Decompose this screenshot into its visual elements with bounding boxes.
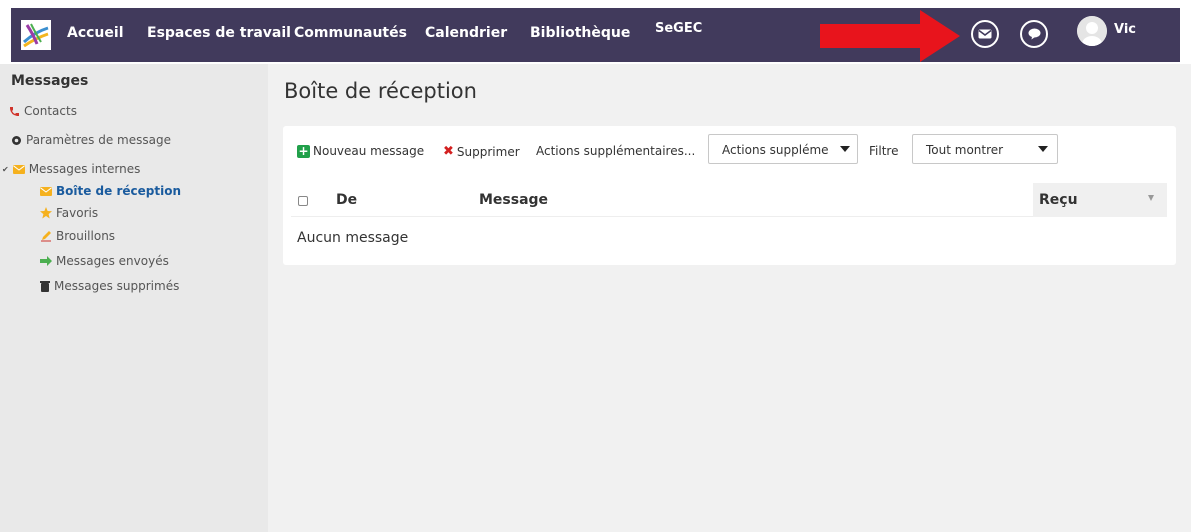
sort-desc-icon[interactable] bbox=[1148, 195, 1154, 201]
chat-button[interactable] bbox=[1020, 20, 1048, 48]
table-header: De Message Reçu bbox=[291, 183, 1167, 217]
sidebar: Messages Contacts Paramètres de message … bbox=[0, 64, 268, 532]
sidebar-item-label: Contacts bbox=[24, 104, 77, 118]
sidebar-item-parametres[interactable]: Paramètres de message bbox=[11, 133, 171, 147]
trash-icon bbox=[40, 281, 50, 292]
sidebar-item-brouillons[interactable]: Brouillons bbox=[40, 229, 115, 243]
new-message-button[interactable]: + Nouveau message bbox=[297, 144, 424, 158]
empty-state-text: Aucun message bbox=[297, 230, 409, 246]
red-arrow-annotation bbox=[820, 10, 960, 62]
caret-down-icon bbox=[840, 146, 850, 152]
sidebar-item-label: Favoris bbox=[56, 206, 99, 220]
column-header-recu-label: Reçu bbox=[1039, 192, 1078, 208]
top-bar: Accueil Espaces de travail Communautés C… bbox=[0, 0, 1191, 64]
page-title: Boîte de réception bbox=[284, 79, 477, 103]
plus-icon: + bbox=[297, 143, 310, 158]
pencil-icon bbox=[41, 231, 51, 242]
delete-label: Supprimer bbox=[456, 144, 520, 159]
caret-down-icon bbox=[1038, 146, 1048, 152]
mail-button[interactable] bbox=[971, 20, 999, 48]
delete-button[interactable]: ✖ Supprimer bbox=[443, 144, 520, 159]
envelope-icon bbox=[12, 164, 25, 174]
sidebar-item-label: Boîte de réception bbox=[56, 184, 181, 198]
column-header-recu[interactable]: Reçu bbox=[1033, 183, 1167, 217]
star-icon bbox=[40, 207, 52, 219]
filter-select-value: Tout montrer bbox=[926, 143, 1004, 157]
nav-segec[interactable]: SeGEC bbox=[655, 21, 702, 36]
sidebar-item-messages-internes[interactable]: ✔ Messages internes bbox=[2, 162, 140, 176]
actions-select[interactable]: Actions suppléme bbox=[708, 134, 858, 164]
sidebar-item-messages-envoyes[interactable]: Messages envoyés bbox=[40, 254, 169, 268]
column-header-message[interactable]: Message bbox=[479, 192, 548, 208]
main-nav: Accueil Espaces de travail Communautés C… bbox=[11, 8, 1180, 62]
delete-x-icon: ✖ bbox=[443, 144, 454, 159]
nav-espaces-de-travail[interactable]: Espaces de travail bbox=[147, 25, 291, 41]
sidebar-item-label: Messages internes bbox=[28, 162, 141, 176]
filter-label: Filtre bbox=[869, 144, 899, 158]
sidebar-item-label: Brouillons bbox=[56, 229, 116, 243]
user-avatar[interactable] bbox=[1077, 16, 1107, 46]
user-name[interactable]: Vic bbox=[1114, 22, 1136, 37]
new-message-label: Nouveau message bbox=[313, 144, 425, 158]
column-header-de[interactable]: De bbox=[336, 192, 357, 208]
envelope-icon bbox=[40, 186, 52, 196]
more-actions-link[interactable]: Actions supplémentaires... bbox=[536, 144, 695, 158]
sidebar-item-contacts[interactable]: Contacts bbox=[8, 104, 77, 118]
phone-icon bbox=[10, 106, 19, 116]
select-all-checkbox[interactable] bbox=[298, 196, 308, 206]
nav-accueil[interactable]: Accueil bbox=[67, 25, 124, 41]
sidebar-item-label: Messages supprimés bbox=[54, 279, 180, 293]
more-actions-label: Actions supplémentaires... bbox=[536, 144, 696, 158]
nav-calendrier[interactable]: Calendrier bbox=[425, 25, 507, 41]
nav-communautes[interactable]: Communautés bbox=[294, 25, 407, 41]
sidebar-item-messages-supprimes[interactable]: Messages supprimés bbox=[40, 279, 179, 293]
sidebar-item-label: Paramètres de message bbox=[26, 133, 171, 147]
sidebar-item-favoris[interactable]: Favoris bbox=[40, 206, 98, 220]
sidebar-item-label: Messages envoyés bbox=[56, 254, 169, 268]
chevron-down-icon: ✔ bbox=[2, 164, 9, 174]
nav-bibliotheque[interactable]: Bibliothèque bbox=[530, 25, 630, 41]
sidebar-title: Messages bbox=[11, 73, 89, 89]
app-logo[interactable] bbox=[21, 20, 51, 50]
filter-select[interactable]: Tout montrer bbox=[912, 134, 1058, 164]
inbox-panel: + Nouveau message ✖ Supprimer Actions su… bbox=[283, 126, 1176, 265]
arrow-right-icon bbox=[40, 256, 52, 266]
actions-select-value: Actions suppléme bbox=[722, 143, 829, 157]
sidebar-item-boite-de-reception[interactable]: Boîte de réception bbox=[40, 184, 181, 198]
gear-icon bbox=[12, 135, 21, 145]
chat-bubble-icon bbox=[1028, 28, 1040, 40]
envelope-icon bbox=[978, 29, 992, 39]
